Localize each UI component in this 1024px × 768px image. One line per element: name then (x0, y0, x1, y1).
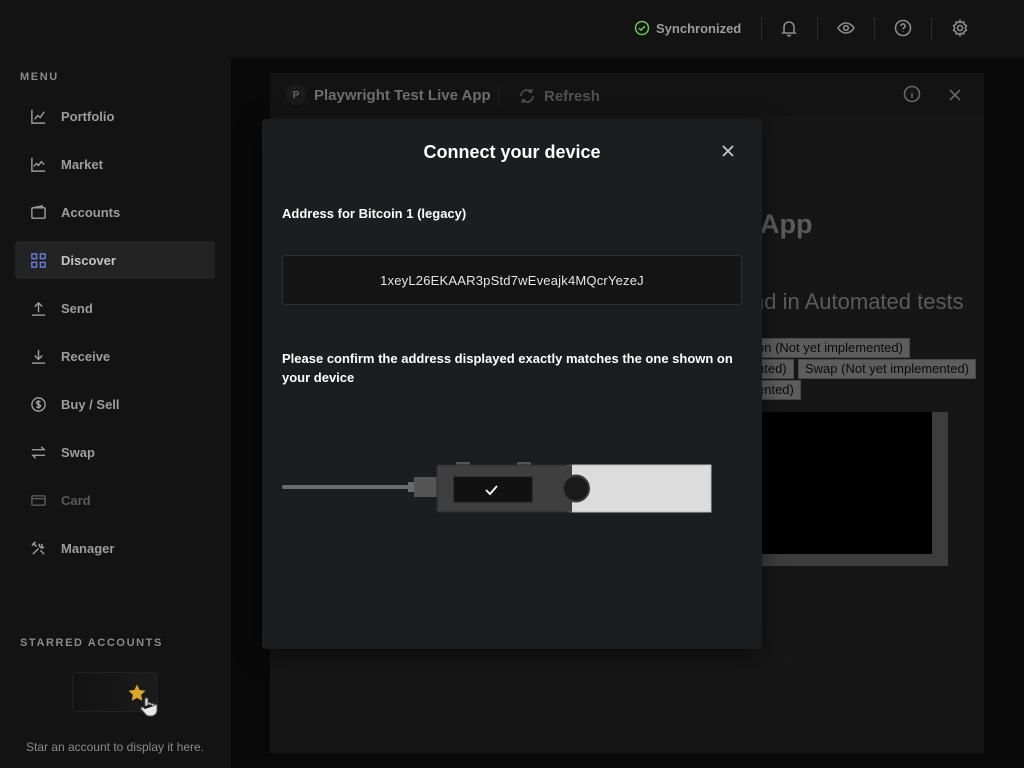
eye-icon[interactable] (837, 19, 857, 39)
confirm-address-instructions: Please confirm the address displayed exa… (282, 351, 733, 385)
grid-icon (29, 251, 47, 269)
arrow-up-icon (29, 299, 47, 317)
sidebar-nav: Portfolio Market Accounts Discover Send … (15, 97, 215, 577)
market-icon (29, 155, 47, 173)
sidebar-item-send[interactable]: Send (15, 289, 215, 327)
wallet-icon (29, 203, 47, 221)
sidebar-item-label: Buy / Sell (61, 396, 120, 412)
portfolio-icon (29, 107, 47, 125)
sidebar-item-card[interactable]: Card (15, 481, 215, 519)
swap-icon (29, 443, 47, 461)
settings-icon[interactable] (951, 18, 971, 39)
sidebar-item-label: Card (61, 492, 91, 508)
pointer-hand-icon (140, 697, 158, 717)
modal-title: Connect your device (423, 142, 601, 162)
sync-label: Synchronized (656, 20, 742, 36)
sidebar-item-label: Manager (61, 540, 115, 556)
topbar-divider (817, 17, 818, 40)
sidebar-item-label: Accounts (61, 204, 121, 220)
sidebar-item-swap[interactable]: Swap (15, 433, 215, 471)
topbar-divider (761, 17, 762, 40)
sidebar-item-buy-sell[interactable]: Buy / Sell (15, 385, 215, 423)
topbar-divider (931, 17, 932, 40)
dollar-icon (29, 395, 47, 413)
starred-accounts-placeholder (72, 672, 158, 717)
sync-status[interactable]: Synchronized (634, 20, 741, 36)
help-icon[interactable] (894, 19, 914, 39)
sidebar: MENU Portfolio Market Accounts Discover … (0, 0, 231, 768)
address-display[interactable]: 1xeyL26EKAAR3pStd7wEveajk4MQcrYezeJ (282, 255, 742, 305)
tools-icon (29, 539, 47, 557)
modal-close-icon[interactable] (720, 143, 738, 161)
sidebar-item-label: Market (61, 156, 103, 172)
address-label: Address for Bitcoin 1 (legacy) (282, 206, 467, 221)
ledger-device-illustration (282, 462, 712, 513)
arrow-down-icon (29, 347, 47, 365)
sidebar-item-label: Send (61, 300, 93, 316)
sidebar-item-manager[interactable]: Manager (15, 529, 215, 567)
starred-accounts-hint: Star an account to display it here. (25, 740, 205, 754)
sidebar-item-label: Receive (61, 348, 111, 364)
sidebar-item-label: Portfolio (61, 108, 115, 124)
card-icon (29, 491, 47, 509)
connect-device-modal: Connect your device Address for Bitcoin … (262, 119, 762, 649)
check-circle-icon (634, 20, 650, 36)
menu-title: MENU (20, 71, 59, 83)
sidebar-item-receive[interactable]: Receive (15, 337, 215, 375)
sidebar-item-label: Swap (61, 444, 95, 460)
starred-accounts-title: STARRED ACCOUNTS (20, 637, 163, 649)
sidebar-item-portfolio[interactable]: Portfolio (15, 97, 215, 135)
sidebar-item-market[interactable]: Market (15, 145, 215, 183)
bell-icon[interactable] (780, 19, 800, 39)
sidebar-item-discover[interactable]: Discover (15, 241, 215, 279)
sidebar-item-label: Discover (61, 252, 116, 268)
topbar: Synchronized (231, 0, 1024, 58)
sidebar-item-accounts[interactable]: Accounts (15, 193, 215, 231)
topbar-divider (874, 17, 875, 40)
